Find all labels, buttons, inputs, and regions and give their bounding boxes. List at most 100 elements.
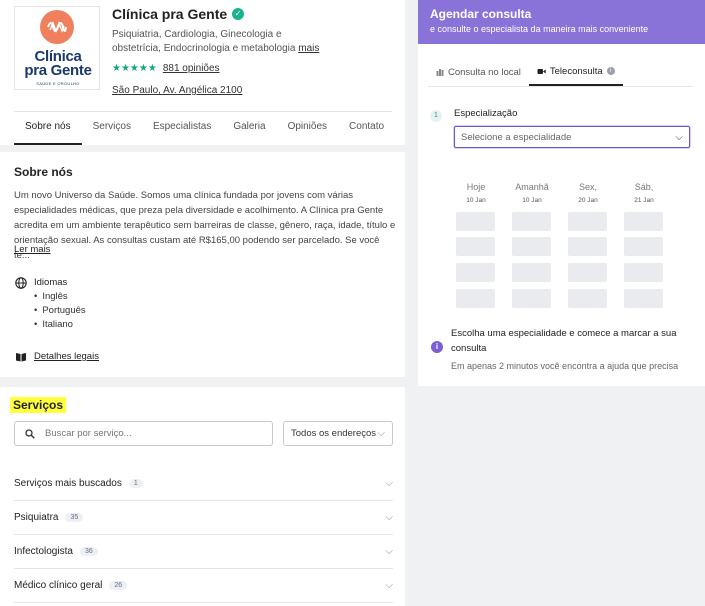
clinic-specialties: Psiquiatria, Cardiologia, Ginecologia e … — [112, 28, 322, 56]
service-row[interactable]: Infectologista 36 ⌵ — [14, 535, 393, 569]
tab-opinioes[interactable]: Opiniões — [277, 112, 338, 145]
chevron-down-icon: ⌵ — [675, 131, 683, 143]
time-slot-placeholder — [512, 212, 551, 231]
globe-icon — [15, 277, 27, 289]
read-more-link[interactable]: Ler mais — [14, 244, 50, 255]
time-slot-placeholder — [456, 237, 495, 256]
time-slot-placeholder — [624, 289, 663, 308]
tab-label: Consulta no local — [448, 66, 521, 78]
service-count-badge: 35 — [65, 513, 84, 522]
languages-title: Idiomas — [34, 277, 68, 288]
time-slot-placeholder — [568, 263, 607, 282]
tab-especialistas[interactable]: Especialistas — [142, 112, 222, 145]
about-text: Um novo Universo da Saúde. Somos uma clí… — [14, 190, 396, 261]
service-row[interactable]: Psiquiatra 35 ⌵ — [14, 501, 393, 535]
building-icon — [436, 69, 444, 76]
tab-teleconsulta[interactable]: Teleconsulta i — [528, 58, 623, 86]
specialties-more-link[interactable]: mais — [298, 43, 319, 54]
reviews-link[interactable]: 881 opiniões — [163, 63, 220, 74]
logo-tagline: SAÚDE E ORGULHO — [36, 81, 80, 86]
check-badge-icon: ✓ — [232, 8, 245, 20]
day-date: 21 Jan — [634, 197, 654, 204]
chevron-down-icon[interactable]: ⌵ — [385, 478, 393, 489]
day-name: Hoje — [466, 182, 486, 192]
specialty-select[interactable]: Selecione a especialidade ⌵ — [454, 126, 690, 148]
time-slot-placeholder — [456, 289, 495, 308]
services-title: Serviços — [10, 397, 67, 413]
time-slot-placeholder — [512, 263, 551, 282]
service-name-text: Infectologista — [14, 546, 73, 557]
booking-hint-sub: Em apenas 2 minutos você encontra a ajud… — [451, 361, 679, 371]
service-search-input[interactable] — [45, 428, 245, 439]
tab-consulta-no-local[interactable]: Consulta no local — [428, 58, 529, 86]
day-column-header: Sáb, 21 Jan — [624, 182, 664, 204]
day-date: 20 Jan — [578, 197, 598, 204]
heartbeat-icon — [47, 21, 67, 33]
specialties-text: Psiquiatria, Cardiologia, Ginecologia e … — [112, 29, 296, 54]
tab-galeria[interactable]: Galeria — [222, 112, 276, 145]
language-item: Português — [34, 304, 85, 318]
clinic-logo: Clínica pra Gente SAÚDE E ORGULHO — [14, 6, 100, 90]
service-count-badge: 36 — [79, 547, 98, 556]
info-icon[interactable]: i — [606, 67, 615, 75]
booking-hint: Escolha uma especialidade e comece a mar… — [451, 328, 677, 354]
service-name: Psiquiatra 35 — [14, 512, 84, 523]
chevron-down-icon[interactable]: ⌵ — [385, 512, 393, 523]
info-icon: i — [431, 341, 443, 353]
service-row[interactable]: Médico clínico geral 26 ⌵ — [14, 569, 393, 603]
chevron-down-icon: ⌵ — [377, 428, 385, 439]
service-count-badge: 1 — [128, 479, 143, 488]
day-date: 10 Jan — [466, 197, 486, 204]
legal-details-link[interactable]: Detalhes legais — [34, 351, 99, 362]
step-label: Especialização — [454, 108, 518, 119]
time-slot-placeholder — [624, 263, 663, 282]
address-filter-select[interactable]: Todos os endereços ⌵ — [283, 421, 393, 446]
time-slot-placeholder — [624, 237, 663, 256]
profile-tabs: Sobre nós Serviços Especialistas Galeria… — [14, 111, 392, 145]
service-row[interactable]: Serviços mais buscados 1 ⌵ — [14, 467, 393, 501]
language-item: Italiano — [34, 318, 86, 332]
tab-servicos[interactable]: Serviços — [82, 112, 142, 145]
time-slot-placeholder — [456, 263, 495, 282]
booking-tabs: Consulta no local Teleconsulta i — [428, 58, 693, 87]
address-link[interactable]: São Paulo, Av. Angélica 2100 — [112, 85, 242, 96]
tab-contato[interactable]: Contato — [338, 112, 395, 145]
service-name-text: Médico clínico geral — [14, 580, 103, 591]
booking-subtitle: e consulte o especialista da maneira mai… — [430, 24, 649, 34]
search-icon — [25, 428, 35, 439]
chevron-down-icon[interactable]: ⌵ — [385, 580, 393, 591]
service-name: Serviços mais buscados 1 — [14, 478, 143, 489]
booking-header: Agendar consulta e consulte o especialis… — [418, 0, 705, 44]
time-slot-placeholder — [456, 212, 495, 231]
logo-heart-circle — [40, 10, 74, 44]
day-name: Amanhã — [515, 182, 549, 192]
language-item: Inglês — [34, 290, 86, 304]
time-slot-placeholder — [568, 237, 607, 256]
booking-title: Agendar consulta — [430, 7, 532, 21]
day-column-header: Sex, 20 Jan — [568, 182, 608, 204]
time-slot-placeholder — [512, 289, 551, 308]
languages-list: Inglês Português Italiano — [34, 290, 86, 332]
specialty-select-placeholder: Selecione a especialidade — [461, 131, 572, 143]
clinic-name: Clínica pra Gente ✓ — [112, 6, 245, 22]
day-name: Sex, — [578, 182, 597, 192]
day-column-header: Hoje 10 Jan — [456, 182, 496, 204]
star-rating-icon: ★★★★★ — [112, 63, 157, 74]
service-name-text: Serviços mais buscados — [14, 478, 122, 489]
time-slot-placeholder — [624, 212, 663, 231]
service-count-badge: 26 — [109, 581, 128, 590]
about-card — [0, 152, 405, 377]
time-slot-placeholder — [568, 212, 607, 231]
tab-sobre-nos[interactable]: Sobre nós — [14, 112, 82, 145]
service-name: Médico clínico geral 26 — [14, 580, 128, 591]
service-name-text: Psiquiatra — [14, 512, 59, 523]
day-column-header: Amanhã 10 Jan — [512, 182, 552, 204]
logo-text-line2: pra Gente — [24, 62, 92, 79]
clinic-name-text: Clínica pra Gente — [112, 6, 228, 22]
day-date: 10 Jan — [522, 197, 542, 204]
address-filter-value: Todos os endereços — [291, 428, 377, 439]
chevron-down-icon[interactable]: ⌵ — [385, 546, 393, 557]
rating: ★★★★★ 881 opiniões — [112, 63, 220, 74]
time-slot-placeholder — [568, 289, 607, 308]
service-search-box[interactable] — [14, 421, 273, 446]
